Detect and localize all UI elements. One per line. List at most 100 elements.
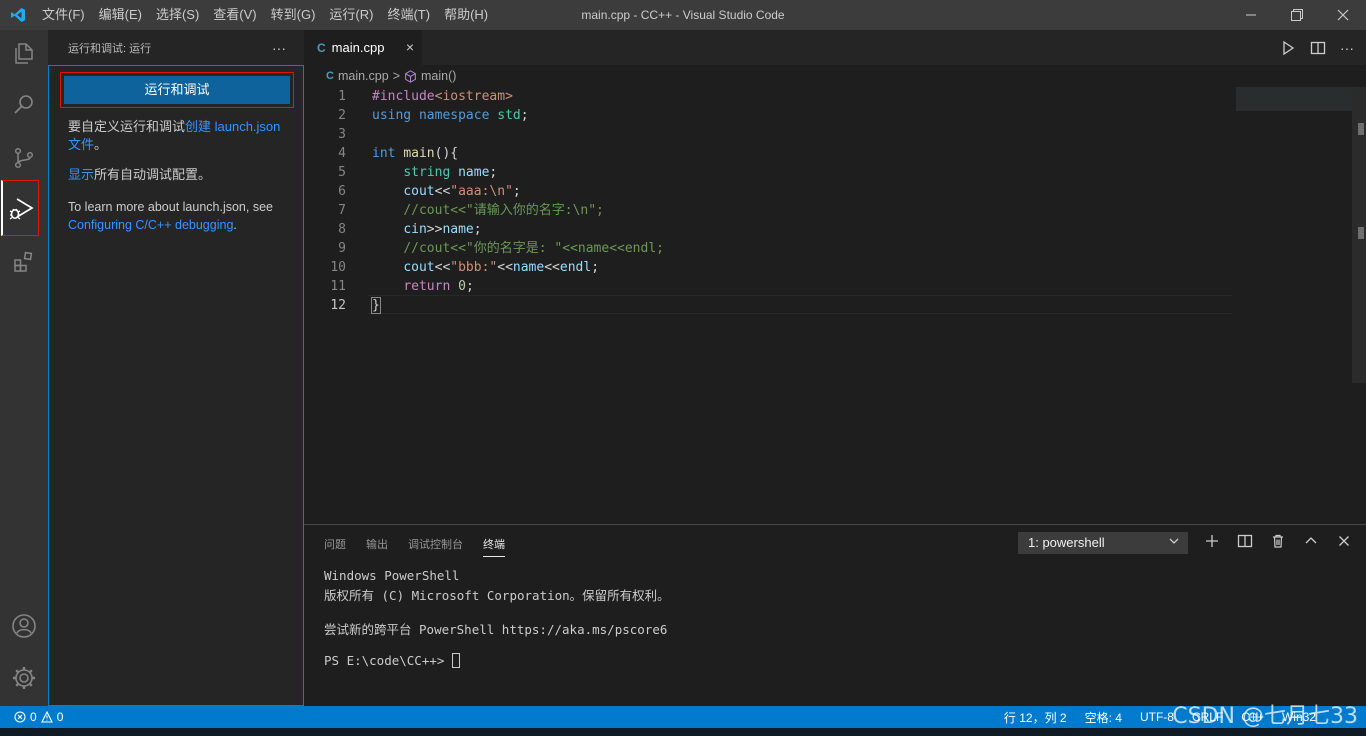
menu-help[interactable]: 帮助(H) [437, 0, 495, 30]
tab-terminal[interactable]: 终端 [483, 536, 505, 557]
panel-actions [1204, 533, 1352, 549]
run-button-highlight: 运行和调试 [60, 72, 294, 108]
chevron-up-icon[interactable] [1303, 533, 1319, 549]
method-cube-icon [405, 69, 416, 83]
split-editor-icon[interactable] [1310, 40, 1326, 56]
run-icon[interactable] [1280, 40, 1296, 56]
restore-button[interactable] [1274, 0, 1320, 30]
editor-actions: ··· [1280, 30, 1354, 65]
breadcrumb: C main.cpp > main() [304, 65, 1366, 87]
code-editor[interactable]: 1 #include<iostream> 2 using namespace std… [304, 87, 1366, 524]
restore-icon [1291, 9, 1303, 21]
close-window-button[interactable] [1320, 0, 1366, 30]
minimap[interactable] [1236, 87, 1354, 111]
source-control-icon [14, 147, 34, 169]
line-number: 9 [338, 241, 346, 256]
explorer-icon [15, 43, 33, 64]
close-panel-icon[interactable] [1336, 533, 1352, 549]
more-editor-actions-button[interactable]: ··· [1340, 40, 1354, 56]
breadcrumb-symbol[interactable]: main() [421, 69, 456, 83]
terminal-line: Windows PowerShell [324, 568, 460, 583]
extensions-icon [14, 251, 33, 272]
terminal-prompt: PS E:\code\CC++> [324, 653, 452, 668]
show-configs-link[interactable]: 显示 [68, 167, 94, 182]
code-line: 3 [304, 125, 1304, 144]
terminal-select-value: 1: powershell [1028, 535, 1105, 550]
manage-gear-icon [13, 667, 35, 689]
menu-terminal[interactable]: 终端(T) [380, 0, 437, 30]
code-line: 5 string name; [304, 163, 1304, 182]
menu-view[interactable]: 查看(V) [206, 0, 263, 30]
learn-more-prefix: To learn more about launch.json, see [68, 200, 273, 214]
breadcrumb-file[interactable]: main.cpp [338, 69, 389, 83]
terminal-cursor [451, 653, 460, 668]
trash-icon[interactable] [1270, 533, 1286, 549]
learn-more-suffix: . [233, 218, 237, 232]
account-icon [12, 614, 36, 638]
menu-edit[interactable]: 编辑(E) [92, 0, 149, 30]
warning-count: 0 [56, 710, 64, 724]
line-number: 4 [338, 146, 346, 161]
warning-icon [40, 711, 53, 723]
customize-prefix: 要自定义运行和调试 [68, 119, 186, 134]
tab-debug-console[interactable]: 调试控制台 [408, 536, 463, 557]
terminal-prompt-line[interactable]: PS E:\code\CC++> [324, 653, 460, 668]
new-terminal-icon[interactable] [1204, 533, 1220, 549]
minimize-button[interactable] [1228, 0, 1274, 30]
breadcrumb-separator: > [392, 69, 400, 83]
create-launch-json-link-file[interactable]: 文件 [68, 137, 94, 152]
cpp-file-icon: C [317, 40, 326, 55]
activity-bar [0, 30, 48, 706]
activity-search[interactable] [0, 80, 48, 128]
line-number: 5 [338, 165, 346, 180]
menu-selection[interactable]: 选择(S) [149, 0, 206, 30]
code-line: 9 //cout<<"你的名字是: "<<name<<endl; [304, 239, 1304, 258]
activity-source-control[interactable] [0, 134, 48, 182]
menu-file[interactable]: 文件(F) [35, 0, 92, 30]
menu-bar: 文件(F) 编辑(E) 选择(S) 查看(V) 转到(G) 运行(R) 终端(T… [35, 0, 495, 30]
run-and-debug-button[interactable]: 运行和调试 [64, 76, 290, 104]
create-launch-json-link[interactable]: 创建 launch.json [185, 119, 280, 134]
activity-manage[interactable] [0, 654, 48, 702]
tab-close-icon[interactable]: × [406, 39, 414, 55]
activity-explorer[interactable] [0, 30, 48, 78]
tab-problems[interactable]: 问题 [324, 536, 346, 557]
menu-go[interactable]: 转到(G) [264, 0, 323, 30]
close-icon [1337, 9, 1349, 21]
line-number: 12 [330, 298, 346, 313]
terminal-line: 版权所有 (C) Microsoft Corporation。保留所有权利。 [324, 588, 670, 603]
tab-output[interactable]: 输出 [366, 536, 388, 557]
code-line: 2 using namespace std; [304, 106, 1304, 125]
editor-tab-bar: C main.cpp × ··· [304, 30, 1366, 65]
activity-accounts[interactable] [0, 602, 48, 650]
activity-extensions[interactable] [0, 238, 48, 286]
cursor-position[interactable]: 行 12，列 2 [1004, 709, 1067, 726]
terminal-select[interactable]: 1: powershell [1018, 532, 1188, 554]
activity-run-debug[interactable] [1, 180, 39, 236]
line-number: 11 [330, 279, 346, 294]
configuring-debugging-link[interactable]: Configuring C/C++ debugging [68, 218, 233, 232]
code-line: 7 //cout<<"请输入你的名字:\n"; [304, 201, 1304, 220]
encoding[interactable]: UTF-8 [1140, 710, 1174, 724]
more-actions-button[interactable]: ··· [272, 40, 286, 56]
search-icon [14, 95, 33, 114]
line-number: 6 [338, 184, 346, 199]
window-controls [1228, 0, 1366, 30]
terminal-line: 尝试新的跨平台 PowerShell https://aka.ms/pscore… [324, 622, 668, 637]
line-number: 2 [338, 108, 346, 123]
learn-more-text: To learn more about launch.json, see Conf… [68, 198, 288, 234]
watermark: CSDN @七月七33 [1172, 704, 1358, 729]
scrollbar-thumb[interactable] [1358, 123, 1364, 135]
code-line: 1 #include<iostream> [304, 87, 1304, 106]
split-terminal-icon[interactable] [1237, 533, 1253, 549]
title-bar: 文件(F) 编辑(E) 选择(S) 查看(V) 转到(G) 运行(R) 终端(T… [0, 0, 1366, 30]
customize-suffix: 。 [94, 137, 108, 152]
panel-tabs: 问题 输出 调试控制台 终端 [324, 536, 505, 557]
menu-run[interactable]: 运行(R) [322, 0, 380, 30]
indentation[interactable]: 空格: 4 [1085, 709, 1122, 726]
tab-main-cpp[interactable]: C main.cpp × [304, 30, 422, 65]
editor-scrollbar[interactable] [1352, 87, 1366, 383]
run-debug-icon [9, 198, 34, 220]
code-line: 8 cin>>name; [304, 220, 1304, 239]
status-problems[interactable]: 0 0 [14, 706, 63, 728]
